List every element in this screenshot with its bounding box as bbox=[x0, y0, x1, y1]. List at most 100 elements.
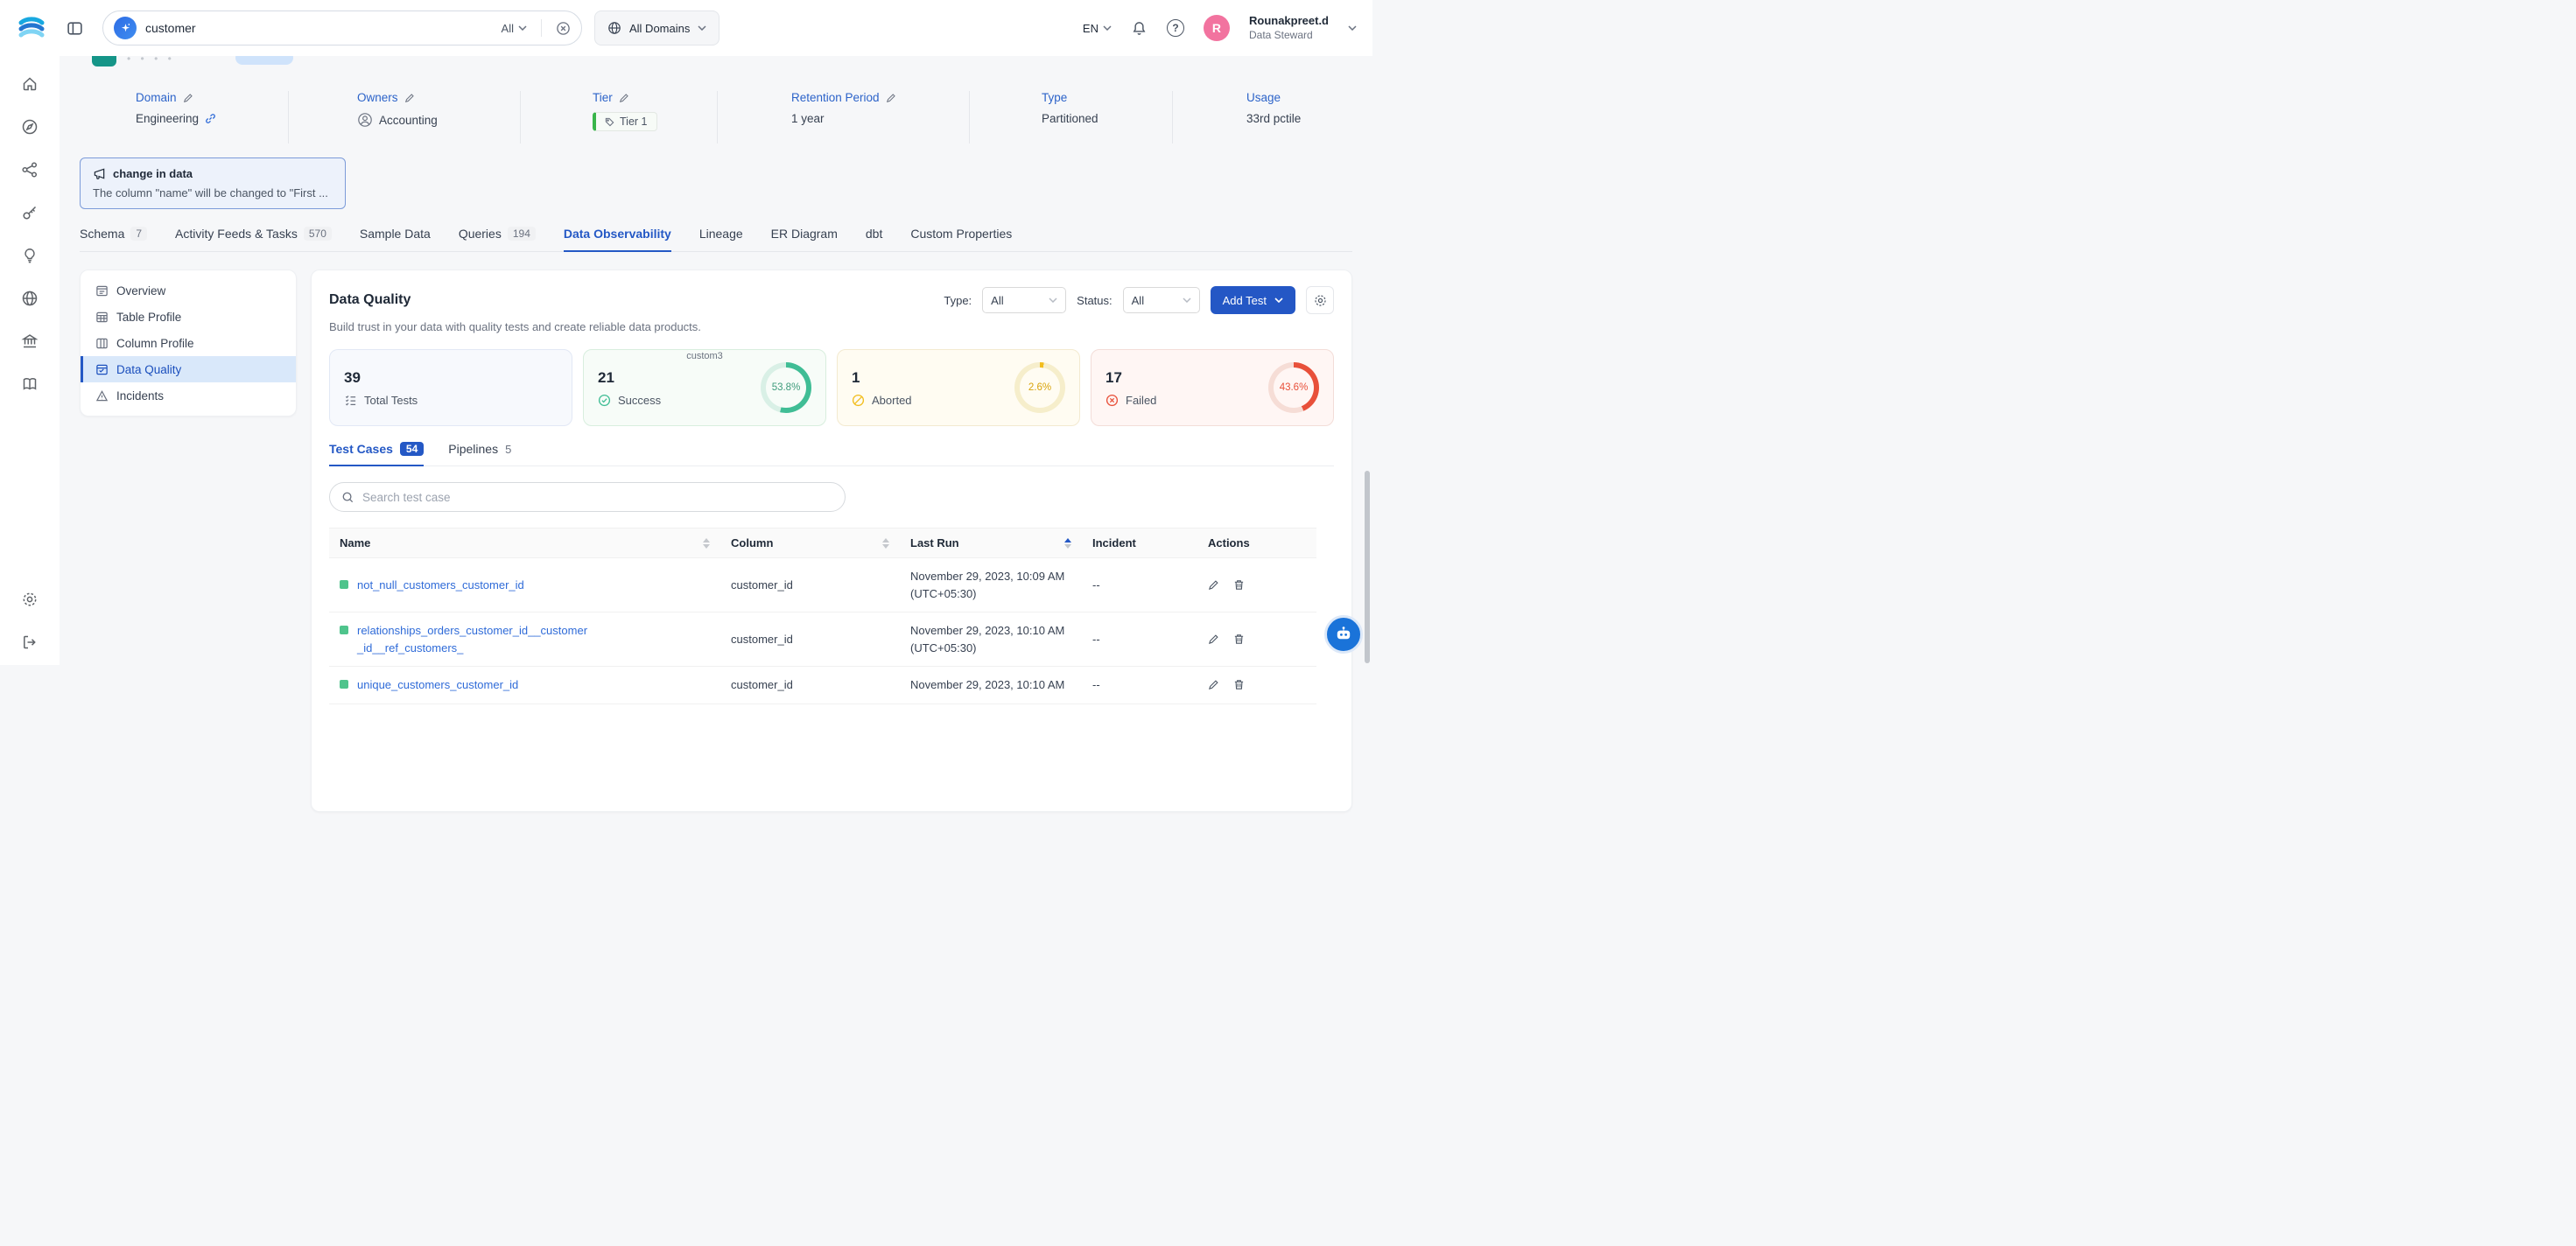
sort-icons bbox=[1064, 538, 1071, 549]
observability-subnav: Overview Table Profile Column Profile Da… bbox=[80, 270, 297, 416]
tab-dbt[interactable]: dbt bbox=[866, 227, 882, 252]
home-icon[interactable] bbox=[21, 75, 39, 93]
tab-custom-properties[interactable]: Custom Properties bbox=[910, 227, 1012, 252]
search-scope-dropdown[interactable]: All bbox=[502, 22, 527, 35]
col-header-column[interactable]: Column bbox=[720, 528, 900, 558]
summary-owners: Owners Accounting bbox=[289, 91, 521, 144]
vertical-scrollbar[interactable] bbox=[1365, 471, 1370, 663]
type-label: Type bbox=[1042, 91, 1067, 104]
edit-pencil-icon[interactable] bbox=[886, 93, 896, 103]
type-filter-select[interactable]: All bbox=[982, 287, 1066, 313]
subnav-data-quality[interactable]: Data Quality bbox=[81, 356, 296, 382]
owners-label: Owners bbox=[357, 91, 398, 104]
type-filter-label: Type: bbox=[944, 294, 972, 307]
tab-data-observability[interactable]: Data Observability bbox=[564, 227, 671, 252]
test-status-square bbox=[340, 580, 348, 589]
tab-count: 570 bbox=[304, 227, 332, 241]
data-quality-panel: Data Quality Type: All Status: All bbox=[311, 270, 1352, 812]
subnav-incidents[interactable]: Incidents bbox=[81, 382, 296, 409]
usage-value: 33rd pctile bbox=[1246, 112, 1301, 125]
tab-lineage[interactable]: Lineage bbox=[699, 227, 743, 252]
subnav-table-profile[interactable]: Table Profile bbox=[81, 304, 296, 330]
tag-icon bbox=[605, 117, 614, 127]
tab-sample-data[interactable]: Sample Data bbox=[360, 227, 431, 252]
tab-test-cases[interactable]: Test Cases 54 bbox=[329, 442, 424, 466]
page-subtitle: Build trust in your data with quality te… bbox=[329, 320, 1334, 333]
incident-cell: -- bbox=[1082, 667, 1197, 704]
domains-globe-icon[interactable] bbox=[21, 290, 39, 307]
main-content: • • • • Domain Engineering Owners bbox=[60, 56, 1372, 665]
link-icon[interactable] bbox=[205, 113, 216, 124]
edit-pencil-icon[interactable] bbox=[404, 93, 415, 103]
summary-domain: Domain Engineering bbox=[80, 91, 289, 144]
govern-bank-icon[interactable] bbox=[21, 332, 39, 350]
quality-settings-gear-icon[interactable] bbox=[1306, 286, 1334, 314]
entity-avatar bbox=[92, 56, 116, 66]
user-avatar[interactable]: R bbox=[1204, 15, 1230, 41]
clear-search-icon[interactable] bbox=[556, 21, 571, 36]
domain-label: Domain bbox=[136, 91, 177, 104]
domains-dropdown[interactable]: All Domains bbox=[594, 10, 719, 46]
edit-pencil-icon[interactable] bbox=[619, 93, 629, 103]
status-filter-select[interactable]: All bbox=[1123, 287, 1200, 313]
tab-pipelines[interactable]: Pipelines 5 bbox=[448, 442, 511, 466]
lineage-nodes-icon[interactable] bbox=[21, 161, 39, 178]
test-case-link[interactable]: unique_customers_customer_id bbox=[357, 676, 518, 694]
incident-cell: -- bbox=[1082, 558, 1197, 612]
edit-pencil-icon[interactable] bbox=[1208, 634, 1219, 645]
language-dropdown[interactable]: EN bbox=[1083, 22, 1112, 35]
domain-value[interactable]: Engineering bbox=[136, 112, 199, 125]
tab-activity-feeds[interactable]: Activity Feeds & Tasks570 bbox=[175, 227, 332, 252]
user-meta[interactable]: Rounakpreet.d Data Steward bbox=[1249, 14, 1329, 41]
table-header-row: Name Column Last Run Incident Actions bbox=[329, 528, 1316, 558]
tab-schema[interactable]: Schema7 bbox=[80, 227, 147, 252]
notifications-bell-icon[interactable] bbox=[1131, 20, 1148, 37]
usage-label: Usage bbox=[1246, 91, 1281, 104]
add-test-button[interactable]: Add Test bbox=[1211, 286, 1295, 314]
total-tests-count: 39 bbox=[344, 369, 558, 387]
tier-value: Tier 1 bbox=[620, 116, 648, 128]
user-menu-chevron-icon[interactable] bbox=[1348, 25, 1357, 31]
announcement-title: change in data bbox=[113, 167, 193, 180]
insights-bulb-icon[interactable] bbox=[21, 247, 39, 264]
ai-sparkle-icon[interactable] bbox=[114, 17, 137, 39]
delete-trash-icon[interactable] bbox=[1233, 679, 1245, 690]
subnav-overview[interactable]: Overview bbox=[81, 277, 296, 304]
delete-trash-icon[interactable] bbox=[1233, 579, 1245, 591]
knowledge-book-icon[interactable] bbox=[21, 375, 39, 393]
entity-summary-row: Domain Engineering Owners bbox=[80, 91, 1352, 144]
col-header-last-run[interactable]: Last Run bbox=[900, 528, 1082, 558]
sidebar-toggle-icon[interactable] bbox=[67, 20, 83, 37]
list-icon bbox=[344, 394, 357, 407]
tab-er-diagram[interactable]: ER Diagram bbox=[771, 227, 838, 252]
subnav-column-profile[interactable]: Column Profile bbox=[81, 330, 296, 356]
help-icon[interactable]: ? bbox=[1167, 19, 1184, 37]
test-case-link[interactable]: not_null_customers_customer_id bbox=[357, 577, 524, 594]
col-header-name[interactable]: Name bbox=[329, 528, 720, 558]
tier-tag[interactable]: Tier 1 bbox=[593, 112, 657, 131]
stat-card-total-tests: 39 Total Tests bbox=[329, 349, 572, 426]
tab-queries[interactable]: Queries194 bbox=[459, 227, 536, 252]
delete-trash-icon[interactable] bbox=[1233, 634, 1245, 645]
test-case-link[interactable]: relationships_orders_customer_id__custom… bbox=[357, 622, 593, 656]
search-input[interactable] bbox=[145, 21, 493, 35]
settings-gear-icon[interactable] bbox=[21, 591, 39, 608]
explore-compass-icon[interactable] bbox=[21, 118, 39, 136]
summary-retention: Retention Period 1 year bbox=[718, 91, 970, 144]
overview-icon bbox=[95, 284, 109, 298]
announcement-card[interactable]: change in data The column "name" will be… bbox=[80, 158, 346, 209]
edit-pencil-icon[interactable] bbox=[1208, 579, 1219, 591]
user-role: Data Steward bbox=[1249, 29, 1329, 42]
chevron-down-icon bbox=[1103, 25, 1112, 31]
test-case-search bbox=[329, 482, 846, 512]
edit-pencil-icon[interactable] bbox=[1208, 679, 1219, 690]
logout-icon[interactable] bbox=[21, 634, 39, 651]
chatbot-button[interactable] bbox=[1324, 615, 1363, 654]
app-logo[interactable] bbox=[16, 12, 47, 44]
test-case-search-input[interactable] bbox=[362, 491, 833, 504]
edit-pencil-icon[interactable] bbox=[183, 93, 193, 103]
team-avatar-icon bbox=[357, 112, 373, 128]
observability-key-icon[interactable] bbox=[21, 204, 39, 221]
search-divider bbox=[541, 19, 542, 37]
owners-value[interactable]: Accounting bbox=[379, 114, 438, 127]
